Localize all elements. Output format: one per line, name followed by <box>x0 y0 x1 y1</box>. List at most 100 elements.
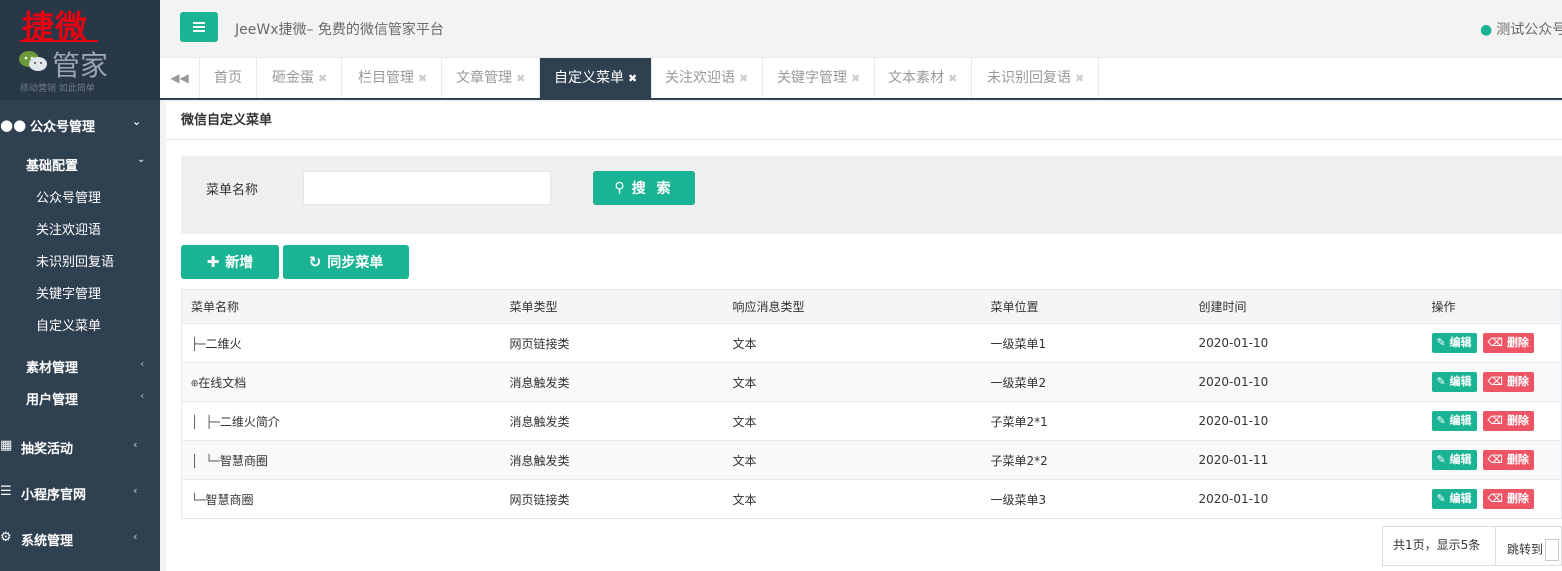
trash-icon: ⌫ <box>1487 453 1507 466</box>
table-row[interactable]: ⊕在线文档 消息触发类 文本 一级菜单2 2020-01-10 ✎ 编辑 ⌫ 删除 <box>181 362 1562 402</box>
sidebar-item-account-manage[interactable]: 公众号管理 <box>36 187 101 206</box>
menu-name: 二维火简介 <box>219 414 280 429</box>
edit-button[interactable]: ✎ 编辑 <box>1431 372 1477 392</box>
table-row[interactable]: ├─二维火 网页链接类 文本 一级菜单1 2020-01-10 ✎ 编辑 ⌫ 删除 <box>181 323 1562 363</box>
edit-button[interactable]: ✎ 编辑 <box>1431 411 1477 431</box>
col-header-position[interactable]: 菜单位置 <box>981 289 1190 324</box>
tab-text-material[interactable]: 文本素材 ✖ <box>874 58 973 98</box>
menu-name: 二维火 <box>205 336 242 351</box>
sidebar-item-custom-menu[interactable]: 自定义菜单 <box>36 315 101 334</box>
menu-position: 一级菜单1 <box>981 323 1190 363</box>
pagination-info: 共1页，显示5条 <box>1382 526 1496 566</box>
sidebar-item-unrecognized-reply[interactable]: 未识别回复语 <box>36 251 114 270</box>
tab-unrecognized-reply[interactable]: 未识别回复语 ✖ <box>973 58 1100 98</box>
col-header-type[interactable]: 菜单类型 <box>500 289 724 324</box>
search-form: 菜单名称 ⚲ 搜 索 <box>181 156 1562 234</box>
created-date: 2020-01-10 <box>1189 362 1423 402</box>
edit-icon: ✎ <box>1436 492 1450 505</box>
jump-label: 跳转到 <box>1507 542 1544 557</box>
chevron-left-icon: ‹ <box>133 438 138 451</box>
tab-label: 未识别回复语 <box>987 70 1071 86</box>
top-bar: JeeWx捷微– 免费的微信管家平台 ● 测试公众号 <box>160 0 1562 58</box>
sidebar-item-keyword[interactable]: 关键字管理 <box>36 283 101 302</box>
wechat-icon: ●● <box>0 116 27 134</box>
panel-title: 微信自定义菜单 <box>166 102 1562 140</box>
close-icon[interactable]: ✖ <box>318 72 327 85</box>
close-icon[interactable]: ✖ <box>1075 72 1084 85</box>
close-icon[interactable]: ✖ <box>948 72 957 85</box>
sidebar-item-users[interactable]: 用户管理 <box>26 389 78 408</box>
msg-type: 文本 <box>723 362 982 402</box>
menu-position: 子菜单2*2 <box>981 440 1190 480</box>
tab-scroll-left-button[interactable]: ◀◀ <box>160 58 200 98</box>
sidebar-item-welcome[interactable]: 关注欢迎语 <box>36 219 101 238</box>
tab-column-manage[interactable]: 栏目管理 ✖ <box>344 58 443 98</box>
delete-button[interactable]: ⌫ 删除 <box>1482 333 1534 353</box>
edit-button[interactable]: ✎ 编辑 <box>1431 333 1477 353</box>
add-button-label: 新增 <box>225 255 254 271</box>
sidebar-item-official-account[interactable]: ●● 公众号管理 ⌄ <box>0 108 160 140</box>
sidebar: 捷微 管家 移动营销 如此简单 ●● 公众号管理 ⌄ 基础配置 ⌄ 公众号管理 … <box>0 0 160 571</box>
created-date: 2020-01-11 <box>1189 440 1423 480</box>
logo-underline <box>20 40 98 42</box>
menu-position: 一级菜单2 <box>981 362 1190 402</box>
close-icon[interactable]: ✖ <box>516 72 525 85</box>
msg-type: 文本 <box>723 323 982 363</box>
trash-icon: ⌫ <box>1487 492 1507 505</box>
tab-keyword[interactable]: 关键字管理 ✖ <box>763 58 876 98</box>
tab-welcome[interactable]: 关注欢迎语 ✖ <box>651 58 764 98</box>
table-row[interactable]: │ └─智慧商圈 消息触发类 文本 子菜单2*2 2020-01-11 ✎ 编辑… <box>181 440 1562 480</box>
plus-icon: ✚ <box>206 253 220 271</box>
menu-type: 消息触发类 <box>500 362 724 402</box>
tab-label: 砸金蛋 <box>272 70 314 86</box>
close-icon[interactable]: ✖ <box>628 72 637 85</box>
edit-button[interactable]: ✎ 编辑 <box>1431 489 1477 509</box>
edit-button[interactable]: ✎ 编辑 <box>1431 450 1477 470</box>
close-icon[interactable]: ✖ <box>851 72 860 85</box>
chevron-down-icon: ⌄ <box>137 154 146 165</box>
wechat-logo-icon <box>19 51 47 71</box>
col-header-name[interactable]: 菜单名称 <box>181 289 501 324</box>
add-button[interactable]: ✚ 新增 <box>181 245 279 279</box>
jump-page-input[interactable] <box>1545 539 1560 561</box>
edit-label: 编辑 <box>1449 453 1472 466</box>
app-title: JeeWx捷微– 免费的微信管家平台 <box>235 22 444 38</box>
menu-icon: ☰ <box>0 484 12 499</box>
sidebar-group-basic-config[interactable]: 基础配置 <box>26 155 78 174</box>
menu-type: 网页链接类 <box>500 479 724 519</box>
delete-label: 删除 <box>1506 375 1529 388</box>
chevron-left-icon: ‹ <box>140 389 145 402</box>
menu-toggle-button[interactable] <box>180 12 218 42</box>
delete-label: 删除 <box>1506 453 1529 466</box>
close-icon[interactable]: ✖ <box>418 72 427 85</box>
table-row[interactable]: └─智慧商圈 网页链接类 文本 一级菜单3 2020-01-10 ✎ 编辑 ⌫ 删… <box>181 479 1562 519</box>
menu-name-input[interactable] <box>303 171 551 205</box>
delete-button[interactable]: ⌫ 删除 <box>1482 450 1534 470</box>
col-header-actions: 操作 <box>1422 289 1562 324</box>
col-header-created[interactable]: 创建时间 <box>1189 289 1423 324</box>
search-button[interactable]: ⚲ 搜 索 <box>593 171 695 205</box>
trash-icon: ⌫ <box>1487 336 1507 349</box>
tab-article-manage[interactable]: 文章管理 ✖ <box>442 58 541 98</box>
menu-table: 菜单名称 菜单类型 响应消息类型 菜单位置 创建时间 操作 ├─二维火 网页链接… <box>181 289 1562 519</box>
tab-custom-menu[interactable]: 自定义菜单 ✖ <box>540 58 653 98</box>
delete-button[interactable]: ⌫ 删除 <box>1482 489 1534 509</box>
wechat-icon: ● <box>1480 22 1493 38</box>
close-icon[interactable]: ✖ <box>739 72 748 85</box>
sync-menu-button[interactable]: ↻ 同步菜单 <box>283 245 409 279</box>
edit-icon: ✎ <box>1436 336 1450 349</box>
table-row[interactable]: │ ├─二维火简介 消息触发类 文本 子菜单2*1 2020-01-10 ✎ 编… <box>181 401 1562 441</box>
delete-button[interactable]: ⌫ 删除 <box>1482 411 1534 431</box>
sidebar-item-material[interactable]: 素材管理 <box>26 357 78 376</box>
col-header-msg-type[interactable]: 响应消息类型 <box>723 289 982 324</box>
edit-label: 编辑 <box>1449 492 1472 505</box>
account-link[interactable]: ● 测试公众号 <box>1480 19 1562 39</box>
msg-type: 文本 <box>723 440 982 480</box>
delete-button[interactable]: ⌫ 删除 <box>1482 372 1534 392</box>
edit-icon: ✎ <box>1436 375 1450 388</box>
logo-sub-text: 管家 <box>52 49 109 82</box>
menu-name: 智慧商圈 <box>205 492 254 507</box>
tab-golden-egg[interactable]: 砸金蛋 ✖ <box>258 58 343 98</box>
trash-icon: ⌫ <box>1487 414 1507 427</box>
tab-home[interactable]: 首页 <box>200 58 257 98</box>
